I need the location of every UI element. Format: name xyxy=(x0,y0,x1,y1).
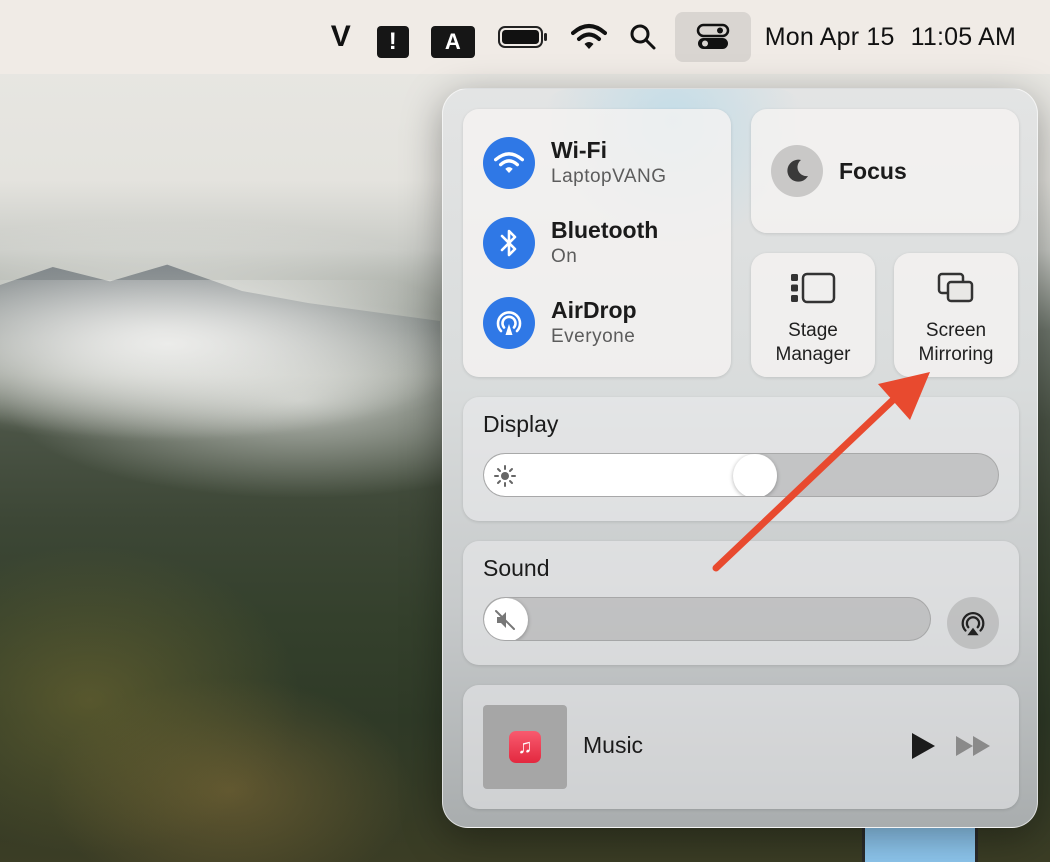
fog-layer xyxy=(0,280,480,440)
dock-window-edge xyxy=(862,826,978,862)
music-app-icon: ♫ xyxy=(509,731,541,763)
airdrop-title: AirDrop xyxy=(551,297,637,323)
airplay-audio-icon xyxy=(961,611,985,636)
wifi-row[interactable]: Wi-Fi LaptopVANG xyxy=(483,137,667,189)
v-app-icon[interactable]: V xyxy=(327,12,355,62)
stage-manager-tile[interactable]: Stage Manager xyxy=(751,253,875,377)
bluetooth-title: Bluetooth xyxy=(551,217,659,243)
date-label: Mon Apr 15 xyxy=(764,22,895,51)
speaker-muted-icon xyxy=(495,610,515,630)
screen-mirroring-icon xyxy=(894,271,1018,307)
wifi-icon[interactable] xyxy=(570,12,607,62)
menubar-clock[interactable]: Mon Apr 15 11:05 AM xyxy=(765,23,1016,52)
spotlight-search-icon[interactable] xyxy=(629,12,657,62)
menu-bar: V ! A Mon Apr 15 11:05 AM xyxy=(0,0,1050,74)
stage-manager-label: Stage Manager xyxy=(775,320,851,365)
screen-mirroring-label: Screen Mirroring xyxy=(918,320,994,365)
now-playing-title: Music xyxy=(583,732,644,758)
album-art: ♫ xyxy=(483,705,567,789)
display-tile: Display xyxy=(463,397,1019,521)
wifi-title: Wi-Fi xyxy=(551,137,607,163)
airplay-audio-button[interactable] xyxy=(947,597,999,649)
stage-manager-icon xyxy=(751,271,875,307)
display-title: Display xyxy=(483,411,559,437)
bluetooth-icon[interactable] xyxy=(483,217,535,269)
airdrop-icon[interactable] xyxy=(483,297,535,349)
sound-title: Sound xyxy=(483,555,550,581)
brightness-slider-knob[interactable] xyxy=(733,454,777,496)
sound-tile: Sound xyxy=(463,541,1019,665)
fast-forward-icon[interactable] xyxy=(955,735,991,757)
focus-tile[interactable]: Focus xyxy=(751,109,1019,233)
text-input-a-icon[interactable]: A xyxy=(430,12,475,62)
wifi-icon[interactable] xyxy=(483,137,535,189)
time-label: 11:05 AM xyxy=(910,22,1016,51)
battery-icon[interactable] xyxy=(497,12,549,62)
control-center-icon[interactable] xyxy=(674,12,751,62)
bluetooth-row[interactable]: Bluetooth On xyxy=(483,217,658,269)
moon-icon xyxy=(771,145,823,197)
focus-label: Focus xyxy=(839,157,907,184)
wifi-network-name: LaptopVANG xyxy=(551,166,667,187)
now-playing-tile[interactable]: ♫ Music xyxy=(463,685,1019,809)
play-icon[interactable] xyxy=(909,731,937,761)
bluetooth-status: On xyxy=(551,246,578,267)
alert-app-icon[interactable]: ! xyxy=(376,12,409,62)
volume-slider[interactable] xyxy=(483,597,931,641)
screen-mirroring-tile[interactable]: Screen Mirroring xyxy=(894,253,1018,377)
sun-icon xyxy=(494,465,516,487)
airdrop-row[interactable]: AirDrop Everyone xyxy=(483,297,637,349)
connectivity-tile: Wi-Fi LaptopVANG Bluetooth On AirDrop Ev… xyxy=(463,109,731,377)
brightness-slider[interactable] xyxy=(483,453,999,497)
control-center-panel: Wi-Fi LaptopVANG Bluetooth On AirDrop Ev… xyxy=(442,88,1038,828)
airdrop-status: Everyone xyxy=(551,326,636,347)
